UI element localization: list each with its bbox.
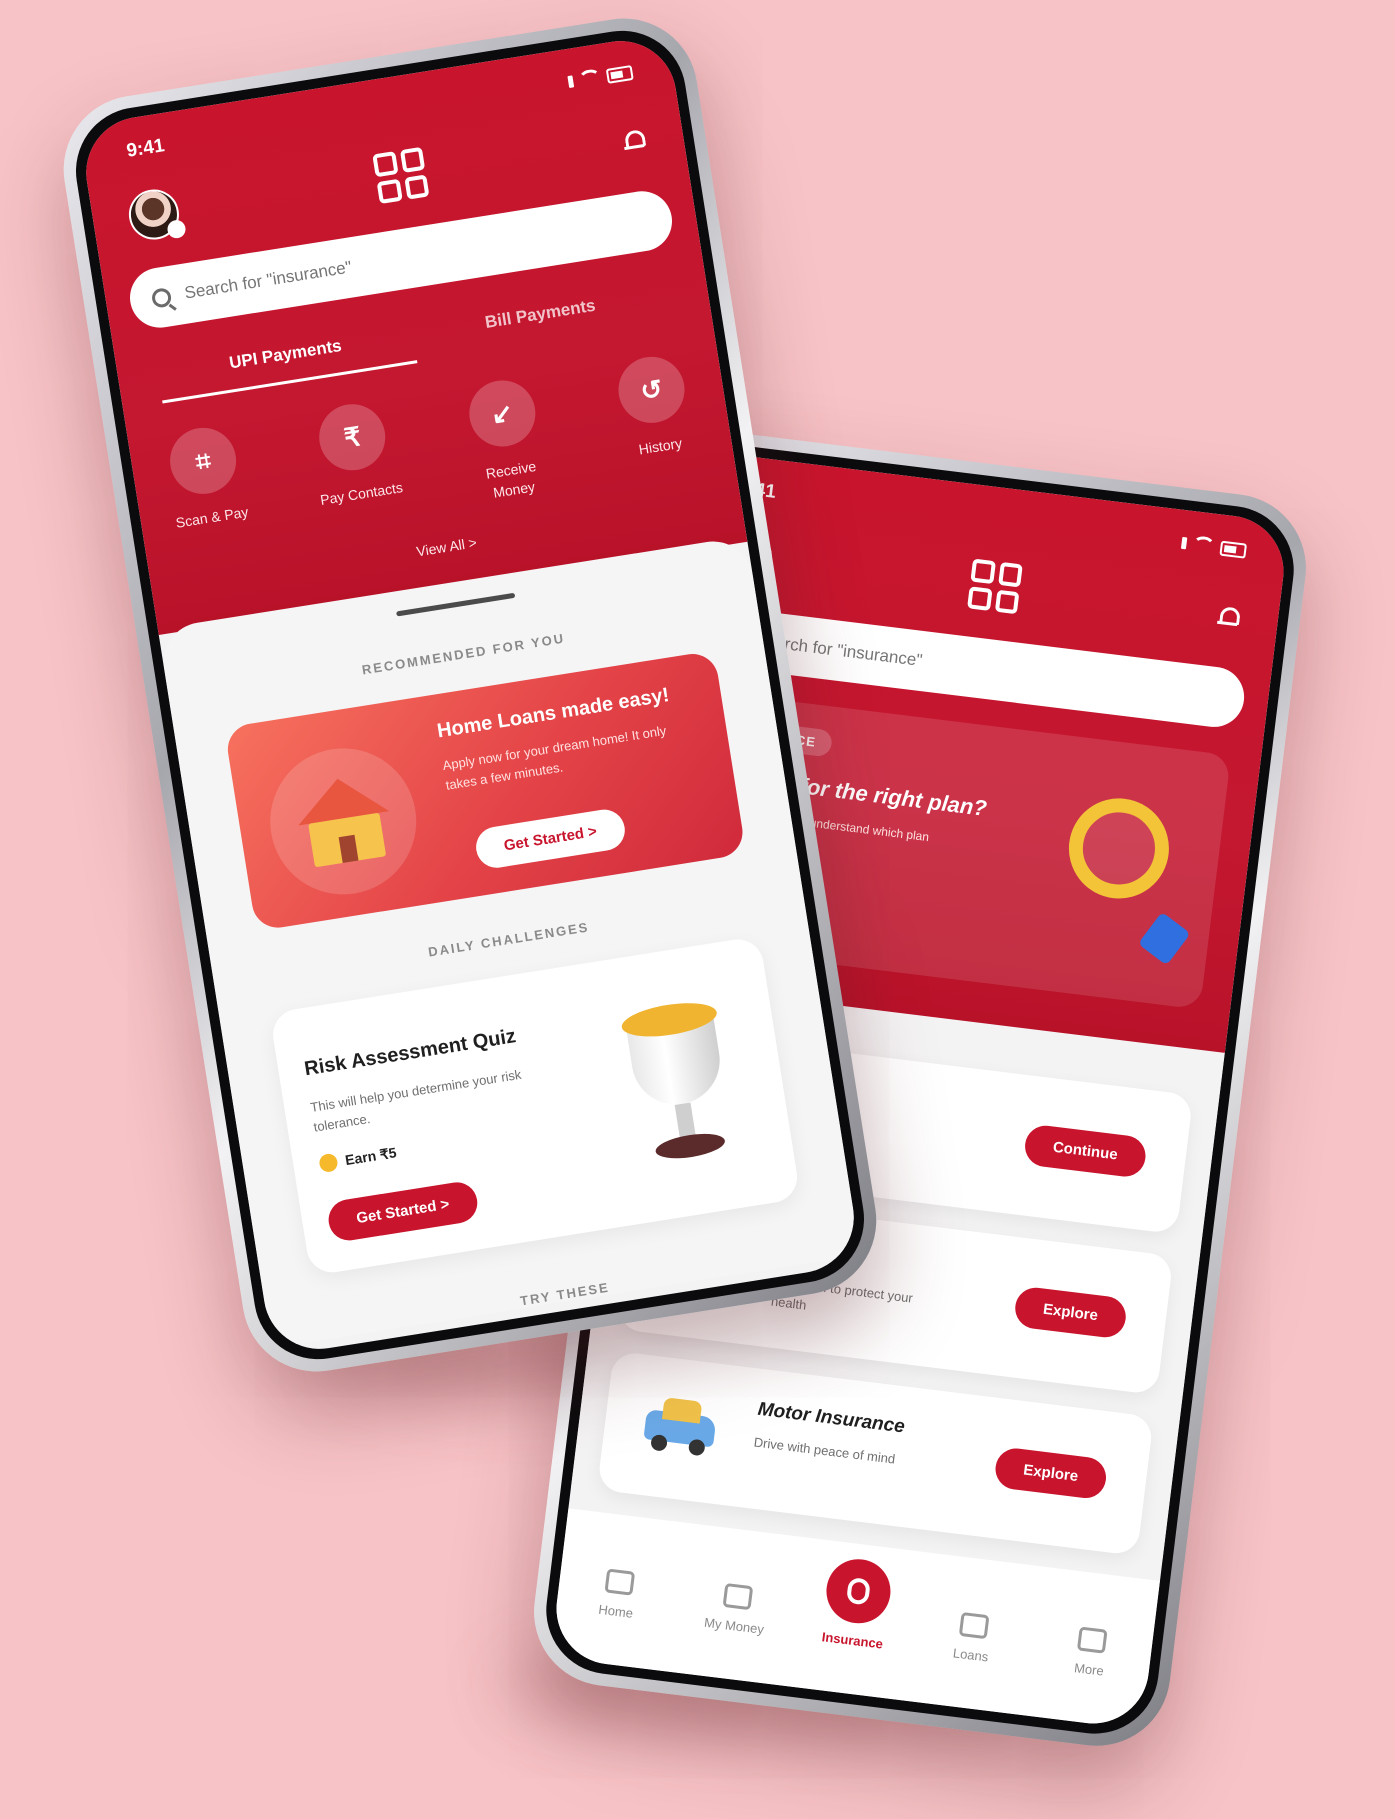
action-label: Pay Contacts	[319, 479, 404, 508]
bell-icon[interactable]	[1217, 604, 1239, 626]
receive-icon: ↙	[464, 375, 540, 452]
action-label: Scan & Pay	[174, 503, 250, 531]
bell-icon[interactable]	[622, 127, 645, 150]
nav-label: My Money	[703, 1614, 765, 1637]
shield-icon	[822, 1555, 895, 1627]
nav-home[interactable]: Home	[575, 1565, 660, 1623]
action-label: Receive Money	[484, 457, 538, 501]
action-receive-money[interactable]: ↙ Receive Money	[452, 374, 560, 507]
earn-reward: Earn ₹5	[318, 1143, 398, 1174]
trophy-icon	[607, 981, 754, 1178]
money-icon	[722, 1582, 754, 1611]
front-header: 9:41 Search for "insurance" UPI Payments…	[78, 33, 748, 635]
wifi-icon	[577, 68, 603, 90]
explore-button[interactable]: Explore	[993, 1446, 1109, 1501]
nav-insurance[interactable]: Insurance	[812, 1555, 902, 1653]
action-history[interactable]: ↺ History	[602, 350, 710, 483]
car-icon	[642, 1395, 722, 1458]
qr-icon	[1077, 1626, 1108, 1654]
history-icon: ↺	[613, 352, 690, 428]
quiz-get-started-button[interactable]: Get Started >	[325, 1179, 481, 1244]
signal-icon	[567, 75, 575, 88]
continue-button[interactable]: Continue	[1022, 1123, 1148, 1179]
battery-icon	[1219, 540, 1248, 559]
search-input[interactable]	[751, 629, 1224, 709]
earn-label: Earn ₹5	[343, 1143, 398, 1168]
home-loan-card[interactable]: Home Loans made easy! Apply now for your…	[224, 650, 747, 932]
qr-scan-icon[interactable]	[967, 558, 1023, 615]
nav-my-money[interactable]: My Money	[693, 1580, 778, 1638]
magnifier-handle-icon	[1137, 911, 1191, 966]
home-sheet: RECOMMENDED FOR YOU Home Loans made easy…	[157, 535, 861, 1349]
nav-label: Loans	[952, 1645, 990, 1665]
avatar[interactable]	[125, 185, 187, 244]
front-phone-screen: 9:41 Search for "insurance" UPI Payments…	[78, 33, 862, 1357]
quiz-card[interactable]: Risk Assessment Quiz This will help you …	[269, 935, 801, 1277]
home-icon	[604, 1568, 635, 1596]
nav-label: Insurance	[820, 1629, 884, 1652]
qr-scan-icon[interactable]	[372, 146, 430, 205]
nav-loans[interactable]: Loans	[930, 1609, 1015, 1667]
get-started-button[interactable]: Get Started >	[473, 806, 628, 871]
signal-icon	[1180, 536, 1188, 550]
battery-icon	[605, 64, 634, 84]
action-scan-pay[interactable]: ⌗ Scan & Pay	[153, 421, 261, 554]
row-title: Motor Insurance	[756, 1398, 906, 1438]
search-icon	[150, 286, 173, 309]
coin-icon	[318, 1152, 339, 1174]
house-icon	[259, 737, 427, 905]
loans-icon	[958, 1611, 990, 1640]
front-phone: 9:41 Search for "insurance" UPI Payments…	[53, 7, 887, 1383]
scan-icon: ⌗	[165, 423, 241, 499]
action-pay-contacts[interactable]: ₹ Pay Contacts	[303, 398, 411, 531]
contacts-icon: ₹	[314, 399, 391, 475]
action-label: History	[637, 434, 684, 458]
wifi-icon	[1191, 535, 1216, 556]
explore-button[interactable]: Explore	[1012, 1285, 1129, 1340]
avatar-badge-icon	[166, 218, 187, 240]
nav-more[interactable]: More	[1048, 1623, 1133, 1681]
magnifier-icon	[1063, 792, 1175, 905]
nav-label: Home	[597, 1601, 634, 1621]
row-subtitle: Drive with peace of mind	[752, 1434, 897, 1467]
scene: 9:41	[0, 0, 1395, 1819]
sheet-handle[interactable]	[396, 592, 516, 617]
front-phone-bezel: 9:41 Search for "insurance" UPI Payments…	[66, 21, 874, 1369]
nav-label: More	[1073, 1660, 1105, 1679]
